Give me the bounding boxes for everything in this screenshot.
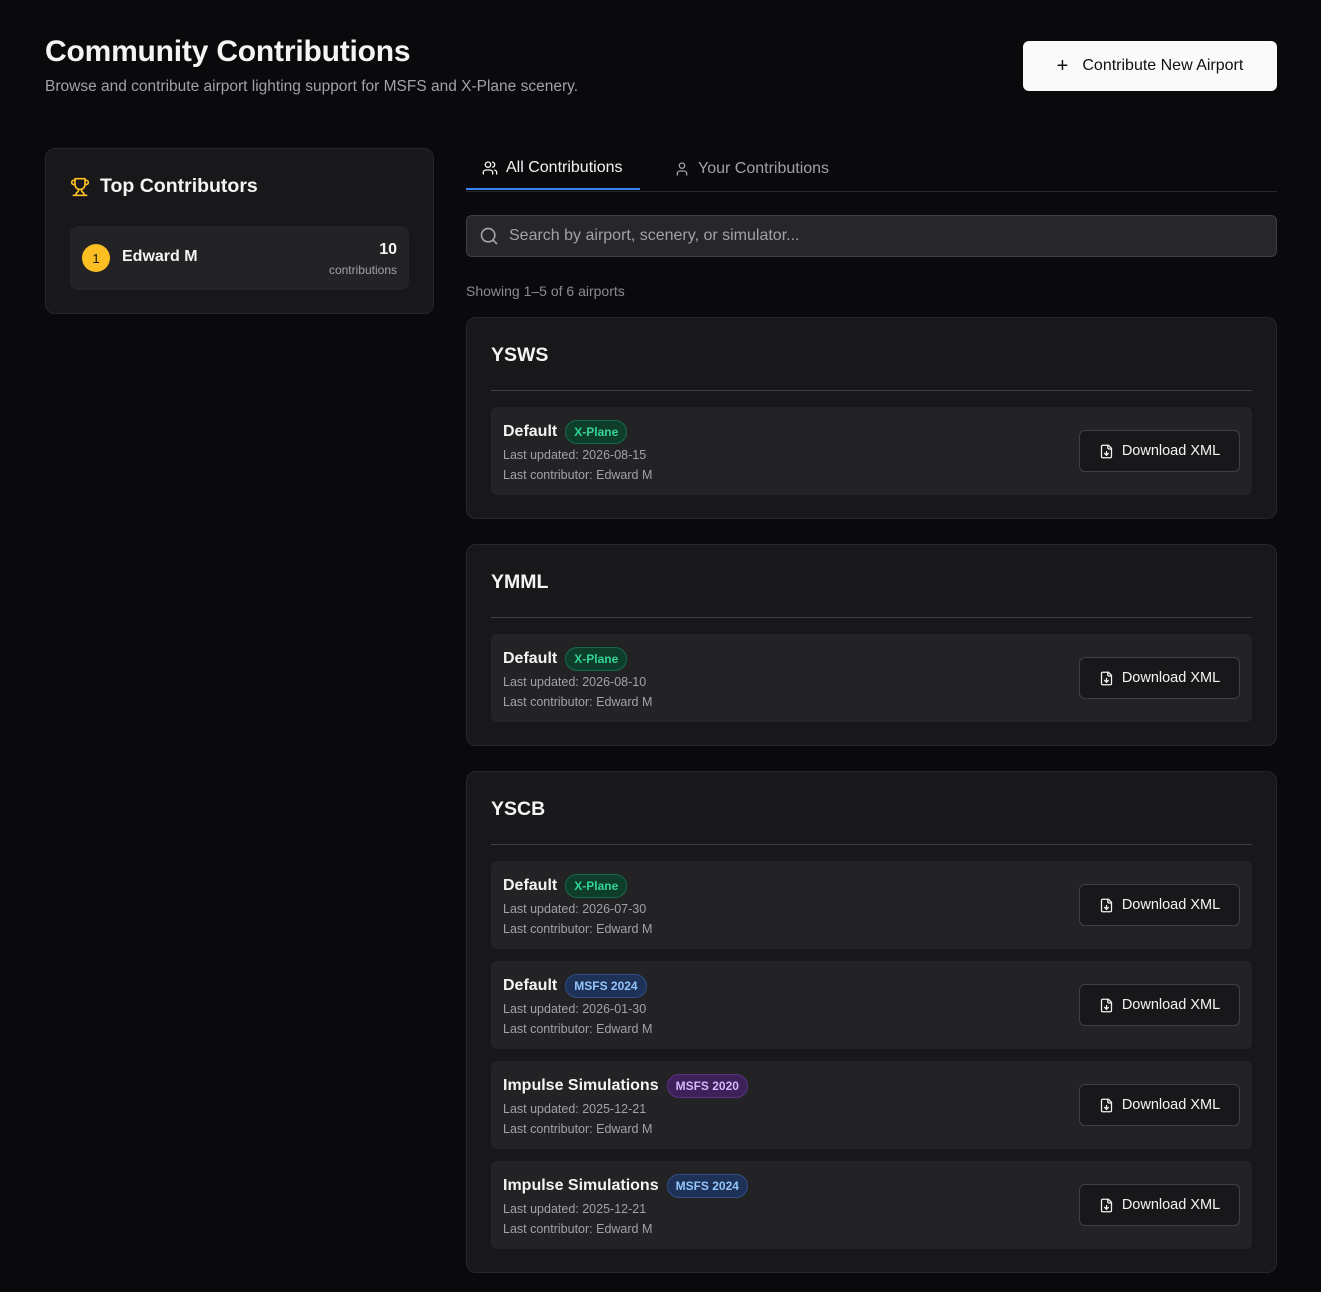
download-xml-button[interactable]: Download XML (1079, 430, 1240, 472)
scenery-name: Default (503, 977, 558, 994)
page-header: Community Contributions Browse and contr… (45, 34, 578, 96)
file-download-icon (1100, 898, 1112, 912)
download-label: Download XML (1121, 897, 1221, 913)
scenery-name-row: Impulse Simulations MSFS 2020 (503, 1074, 748, 1098)
airport-card: YSWS Default X-Plane Last updated: 2026-… (466, 317, 1277, 519)
last-updated: Last updated: 2025-12-21 (503, 1102, 647, 1116)
file-download-icon (1100, 998, 1112, 1012)
download-label: Download XML (1121, 1097, 1221, 1113)
last-updated: Last updated: 2026-08-15 (503, 448, 647, 462)
rank-badge: 1 (82, 244, 110, 272)
search-input[interactable] (507, 226, 1251, 246)
contribute-button-label: Contribute New Airport (1082, 57, 1244, 74)
last-contributor: Last contributor: Edward M (503, 1022, 653, 1036)
last-contributor: Last contributor: Edward M (503, 1222, 653, 1236)
scenery-name-row: Default X-Plane (503, 420, 628, 444)
trophy-icon (70, 177, 90, 196)
airport-card: YSCB Default X-Plane Last updated: 2026-… (466, 771, 1277, 1273)
airport-card: YMML Default X-Plane Last updated: 2026-… (466, 544, 1277, 746)
scenery-name: Default (503, 650, 558, 667)
top-contributors-heading: Top Contributors (70, 175, 258, 198)
search-bar (466, 215, 1277, 257)
scenery-name-row: Default MSFS 2024 (503, 974, 647, 998)
plus-icon: + (1056, 55, 1069, 77)
scenery-item: Default MSFS 2024 Last updated: 2026-01-… (491, 961, 1252, 1049)
scenery-item: Default X-Plane Last updated: 2026-07-30… (491, 861, 1252, 949)
last-updated: Last updated: 2025-12-21 (503, 1202, 647, 1216)
download-label: Download XML (1121, 670, 1221, 686)
scenery-name: Default (503, 877, 558, 894)
card-divider (491, 390, 1252, 391)
top-contributors-title: Top Contributors (100, 175, 258, 197)
scenery-item: Impulse Simulations MSFS 2024 Last updat… (491, 1161, 1252, 1249)
tab-yours-label: Your Contributions (698, 160, 830, 177)
download-xml-button[interactable]: Download XML (1079, 657, 1240, 699)
airport-code: YMML (491, 571, 549, 593)
download-xml-button[interactable]: Download XML (1079, 884, 1240, 926)
user-icon (676, 162, 688, 176)
file-download-icon (1100, 1098, 1112, 1112)
simulator-badge: X-Plane (565, 420, 628, 444)
last-contributor: Last contributor: Edward M (503, 922, 653, 936)
scenery-item: Default X-Plane Last updated: 2026-08-15… (491, 407, 1252, 495)
scenery-item: Default X-Plane Last updated: 2026-08-10… (491, 634, 1252, 722)
tab-all-label: All Contributions (506, 159, 623, 176)
download-label: Download XML (1121, 443, 1221, 459)
contribute-new-airport-button[interactable]: + Contribute New Airport (1023, 41, 1277, 91)
page-title: Community Contributions (45, 35, 411, 68)
download-label: Download XML (1121, 997, 1221, 1013)
scenery-item: Impulse Simulations MSFS 2020 Last updat… (491, 1061, 1252, 1149)
last-updated: Last updated: 2026-01-30 (503, 1002, 647, 1016)
last-contributor: Last contributor: Edward M (503, 695, 653, 709)
last-updated: Last updated: 2026-07-30 (503, 902, 647, 916)
results-count: Showing 1–5 of 6 airports (466, 283, 625, 299)
contributor-row[interactable]: 1 Edward M 10 contributions (70, 226, 409, 290)
file-download-icon (1100, 1198, 1112, 1212)
simulator-badge: X-Plane (565, 874, 628, 898)
airport-code: YSWS (491, 344, 549, 366)
users-icon (482, 161, 498, 175)
simulator-badge: X-Plane (565, 647, 628, 671)
contributor-name: Edward M (122, 248, 198, 265)
scenery-name-row: Impulse Simulations MSFS 2024 (503, 1174, 748, 1198)
download-xml-button[interactable]: Download XML (1079, 984, 1240, 1026)
scenery-name: Impulse Simulations (503, 1177, 659, 1194)
last-contributor: Last contributor: Edward M (503, 468, 653, 482)
contribution-count: 10 (379, 241, 397, 258)
tab-all-contributions[interactable]: All Contributions (466, 148, 640, 190)
scenery-name-row: Default X-Plane (503, 647, 628, 671)
scenery-name-row: Default X-Plane (503, 874, 628, 898)
simulator-badge: MSFS 2024 (666, 1174, 748, 1198)
card-divider (491, 844, 1252, 845)
file-download-icon (1100, 444, 1112, 458)
simulator-badge: MSFS 2024 (565, 974, 647, 998)
last-contributor: Last contributor: Edward M (503, 1122, 653, 1136)
tab-your-contributions[interactable]: Your Contributions (658, 148, 845, 190)
contribution-unit: contributions (328, 263, 397, 277)
page-subtitle: Browse and contribute airport lighting s… (45, 78, 579, 95)
top-contributors-panel: Top Contributors 1 Edward M 10 contribut… (45, 148, 434, 314)
contributions-tabs: All Contributions Your Contributions (466, 148, 1277, 192)
card-divider (491, 617, 1252, 618)
airport-code: YSCB (491, 798, 546, 820)
file-download-icon (1100, 671, 1112, 685)
simulator-badge: MSFS 2020 (666, 1074, 748, 1098)
last-updated: Last updated: 2026-08-10 (503, 675, 647, 689)
scenery-name: Default (503, 423, 558, 440)
download-label: Download XML (1121, 1197, 1221, 1213)
download-xml-button[interactable]: Download XML (1079, 1184, 1240, 1226)
scenery-name: Impulse Simulations (503, 1077, 659, 1094)
search-icon (480, 227, 498, 245)
download-xml-button[interactable]: Download XML (1079, 1084, 1240, 1126)
